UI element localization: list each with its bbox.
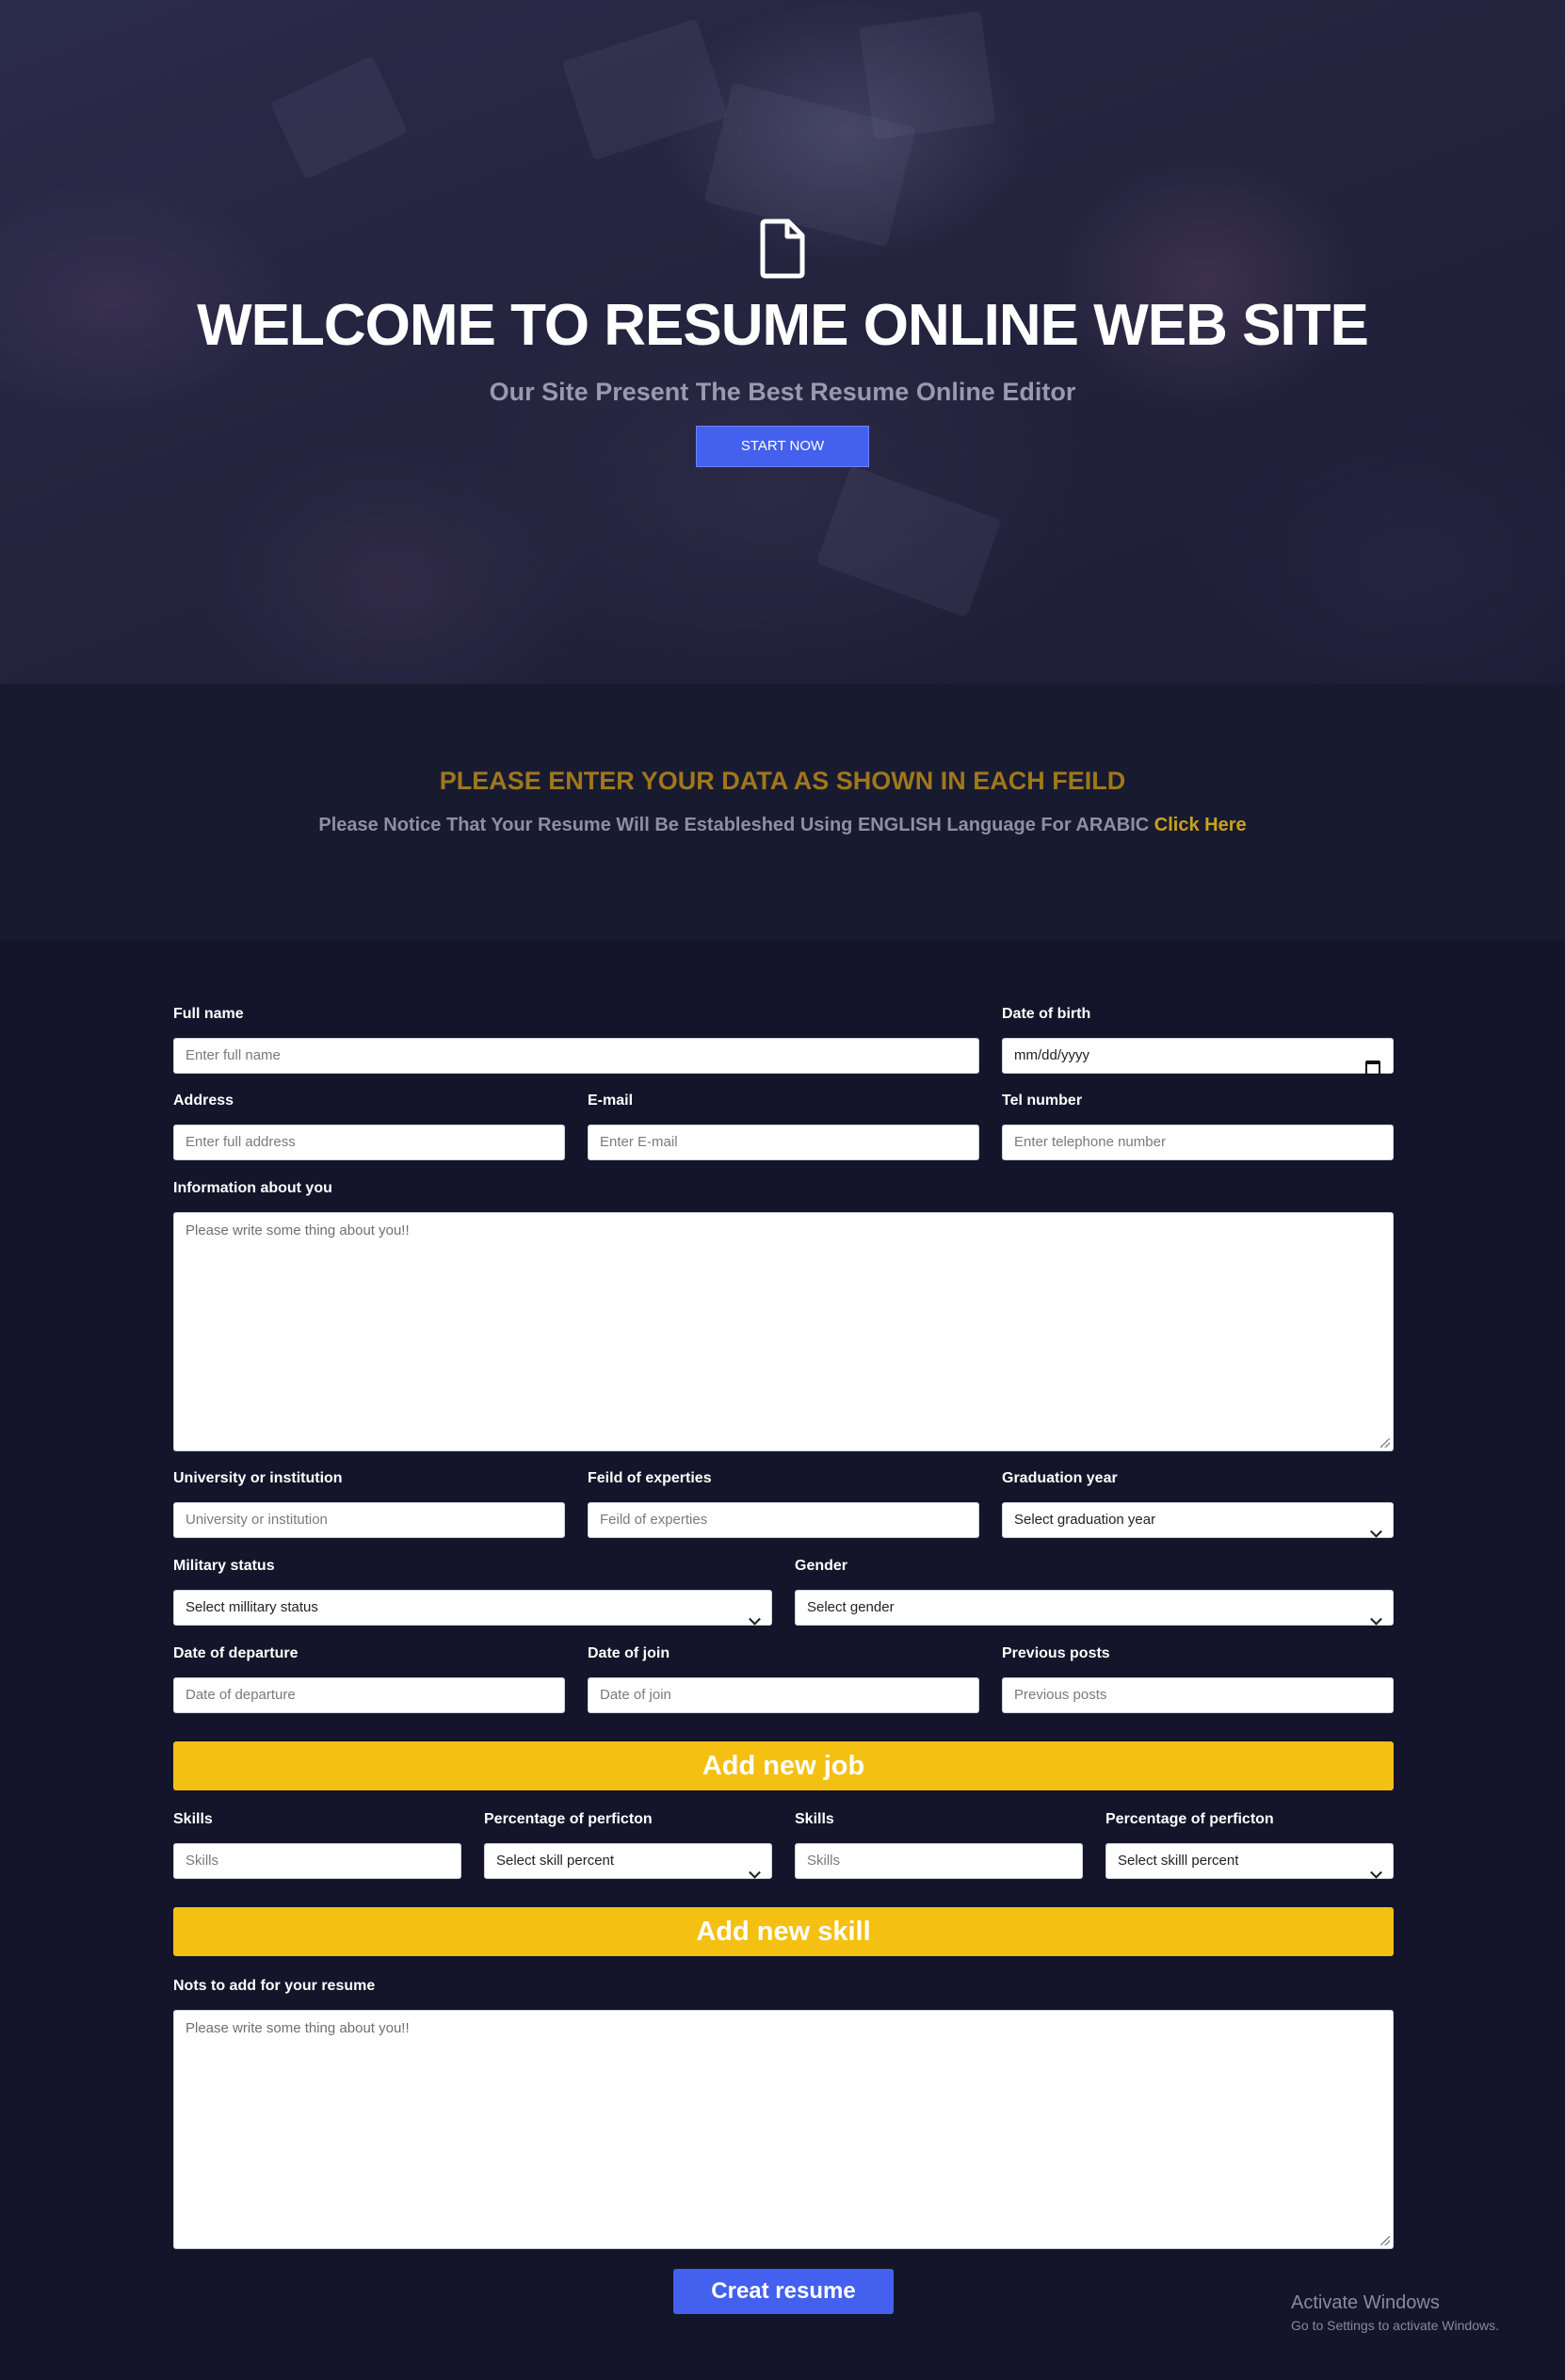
previous-posts-input[interactable]: Previous posts bbox=[1002, 1677, 1394, 1713]
start-now-button[interactable]: START NOW bbox=[696, 426, 869, 467]
email-group: E-mail Enter E-mail bbox=[588, 1091, 979, 1160]
activate-windows-watermark: Activate Windows Go to Settings to activ… bbox=[1291, 2292, 1499, 2333]
email-label: E-mail bbox=[588, 1093, 634, 1109]
percent-2-wrapper: Select skilll percent bbox=[1105, 1843, 1394, 1879]
activate-windows-title: Activate Windows bbox=[1291, 2292, 1440, 2313]
notice-title: PLEASE ENTER YOUR DATA AS SHOWN IN EACH … bbox=[439, 767, 1126, 795]
full-name-input[interactable]: Enter full name bbox=[173, 1038, 979, 1074]
notes-textarea[interactable]: Please write some thing about you!! bbox=[173, 2010, 1394, 2249]
date-of-birth-group: Date of birth mm/dd/yyyy bbox=[1002, 1004, 1394, 1076]
notes-placeholder: Please write some thing about you!! bbox=[186, 2020, 410, 2036]
university-group: University or institution University or … bbox=[173, 1468, 565, 1538]
info-group: Information about you Please write some … bbox=[173, 1178, 1394, 1451]
skill-2-input[interactable]: Skills bbox=[795, 1843, 1083, 1879]
notice-text: Please Notice That Your Resume Will Be E… bbox=[0, 815, 1565, 836]
notice-section: PLEASE ENTER YOUR DATA AS SHOWN IN EACH … bbox=[0, 684, 1565, 941]
percent-2-label: Percentage of perficton bbox=[1105, 1811, 1274, 1827]
skill-1-input[interactable]: Skills bbox=[173, 1843, 461, 1879]
military-status-label: Military status bbox=[173, 1558, 275, 1574]
field-of-expertise-group: Feild of experties Feild of experties bbox=[588, 1468, 979, 1538]
info-placeholder: Please write some thing about you!! bbox=[186, 1222, 410, 1239]
tel-input[interactable]: Enter telephone number bbox=[1002, 1125, 1394, 1160]
info-label: Information about you bbox=[173, 1180, 332, 1196]
field-of-expertise-label: Feild of experties bbox=[588, 1470, 712, 1486]
gender-label: Gender bbox=[795, 1558, 848, 1574]
tel-group: Tel number Enter telephone number bbox=[1002, 1091, 1394, 1160]
graduation-year-wrapper: Select graduation year bbox=[1002, 1502, 1394, 1538]
gender-select[interactable]: Select gender bbox=[795, 1590, 1394, 1626]
hero-section: WELCOME TO RESUME ONLINE WEB SITE Our Si… bbox=[0, 0, 1565, 684]
percent-1-wrapper: Select skill percent bbox=[484, 1843, 772, 1879]
notes-group: Nots to add for your resume Please write… bbox=[173, 1976, 1394, 2249]
field-of-expertise-input[interactable]: Feild of experties bbox=[588, 1502, 979, 1538]
hero-subtitle: Our Site Present The Best Resume Online … bbox=[489, 378, 1076, 406]
gender-group: Gender Select gender bbox=[795, 1556, 1394, 1626]
university-input[interactable]: University or institution bbox=[173, 1502, 565, 1538]
background-shape bbox=[269, 55, 409, 181]
graduation-year-group: Graduation year Select graduation year bbox=[1002, 1468, 1394, 1538]
address-label: Address bbox=[173, 1093, 234, 1109]
notice-message: Please Notice That Your Resume Will Be E… bbox=[318, 815, 1150, 835]
date-of-join-input[interactable]: Date of join bbox=[588, 1677, 979, 1713]
calendar-icon[interactable] bbox=[1365, 1060, 1380, 1076]
gender-wrapper: Select gender bbox=[795, 1590, 1394, 1626]
university-label: University or institution bbox=[173, 1470, 343, 1486]
date-of-departure-input[interactable]: Date of departure bbox=[173, 1677, 565, 1713]
info-textarea[interactable]: Please write some thing about you!! bbox=[173, 1212, 1394, 1451]
hero-content: WELCOME TO RESUME ONLINE WEB SITE Our Si… bbox=[0, 219, 1565, 467]
background-shape bbox=[561, 18, 729, 161]
notes-label: Nots to add for your resume bbox=[173, 1978, 376, 1994]
skill-2-label: Skills bbox=[795, 1811, 834, 1827]
skill-1-label: Skills bbox=[173, 1811, 213, 1827]
address-group: Address Enter full address bbox=[173, 1091, 565, 1160]
add-new-skill-button[interactable]: Add new skill bbox=[173, 1907, 1394, 1956]
resize-handle-icon[interactable] bbox=[1380, 2236, 1390, 2245]
arabic-click-here-link[interactable]: Click Here bbox=[1154, 815, 1247, 835]
graduation-year-select[interactable]: Select graduation year bbox=[1002, 1502, 1394, 1538]
hero-title: WELCOME TO RESUME ONLINE WEB SITE bbox=[197, 293, 1369, 358]
date-of-departure-label: Date of departure bbox=[173, 1645, 298, 1661]
activate-windows-subtitle: Go to Settings to activate Windows. bbox=[1291, 2318, 1499, 2333]
full-name-group: Full name Enter full name bbox=[173, 1004, 979, 1074]
background-shape bbox=[815, 465, 1002, 618]
skill-1-group: Skills Skills bbox=[173, 1809, 461, 1879]
email-input[interactable]: Enter E-mail bbox=[588, 1125, 979, 1160]
date-of-join-label: Date of join bbox=[588, 1645, 670, 1661]
previous-posts-group: Previous posts Previous posts bbox=[1002, 1643, 1394, 1713]
military-status-wrapper: Select millitary status bbox=[173, 1590, 772, 1626]
background-shape bbox=[859, 10, 996, 140]
skill-percent-1-select[interactable]: Select skill percent bbox=[484, 1843, 772, 1879]
skill-percent-2-select[interactable]: Select skilll percent bbox=[1105, 1843, 1394, 1879]
date-of-birth-wrapper: mm/dd/yyyy bbox=[1002, 1038, 1394, 1076]
document-icon bbox=[760, 219, 805, 279]
military-status-group: Military status Select millitary status bbox=[173, 1556, 772, 1626]
resize-handle-icon[interactable] bbox=[1380, 1438, 1390, 1448]
percent-1-group: Percentage of perficton Select skill per… bbox=[484, 1809, 772, 1879]
date-of-join-group: Date of join Date of join bbox=[588, 1643, 979, 1713]
skill-2-group: Skills Skills bbox=[795, 1809, 1083, 1879]
address-input[interactable]: Enter full address bbox=[173, 1125, 565, 1160]
date-of-departure-group: Date of departure Date of departure bbox=[173, 1643, 565, 1713]
graduation-year-label: Graduation year bbox=[1002, 1470, 1118, 1486]
percent-1-label: Percentage of perficton bbox=[484, 1811, 653, 1827]
percent-2-group: Percentage of perficton Select skilll pe… bbox=[1105, 1809, 1394, 1879]
tel-label: Tel number bbox=[1002, 1093, 1083, 1109]
date-of-birth-input[interactable]: mm/dd/yyyy bbox=[1002, 1038, 1394, 1074]
full-name-label: Full name bbox=[173, 1006, 244, 1022]
date-of-birth-label: Date of birth bbox=[1002, 1006, 1091, 1022]
create-resume-button[interactable]: Creat resume bbox=[673, 2269, 894, 2314]
previous-posts-label: Previous posts bbox=[1002, 1645, 1110, 1661]
military-status-select[interactable]: Select millitary status bbox=[173, 1590, 772, 1626]
add-new-job-button[interactable]: Add new job bbox=[173, 1741, 1394, 1790]
